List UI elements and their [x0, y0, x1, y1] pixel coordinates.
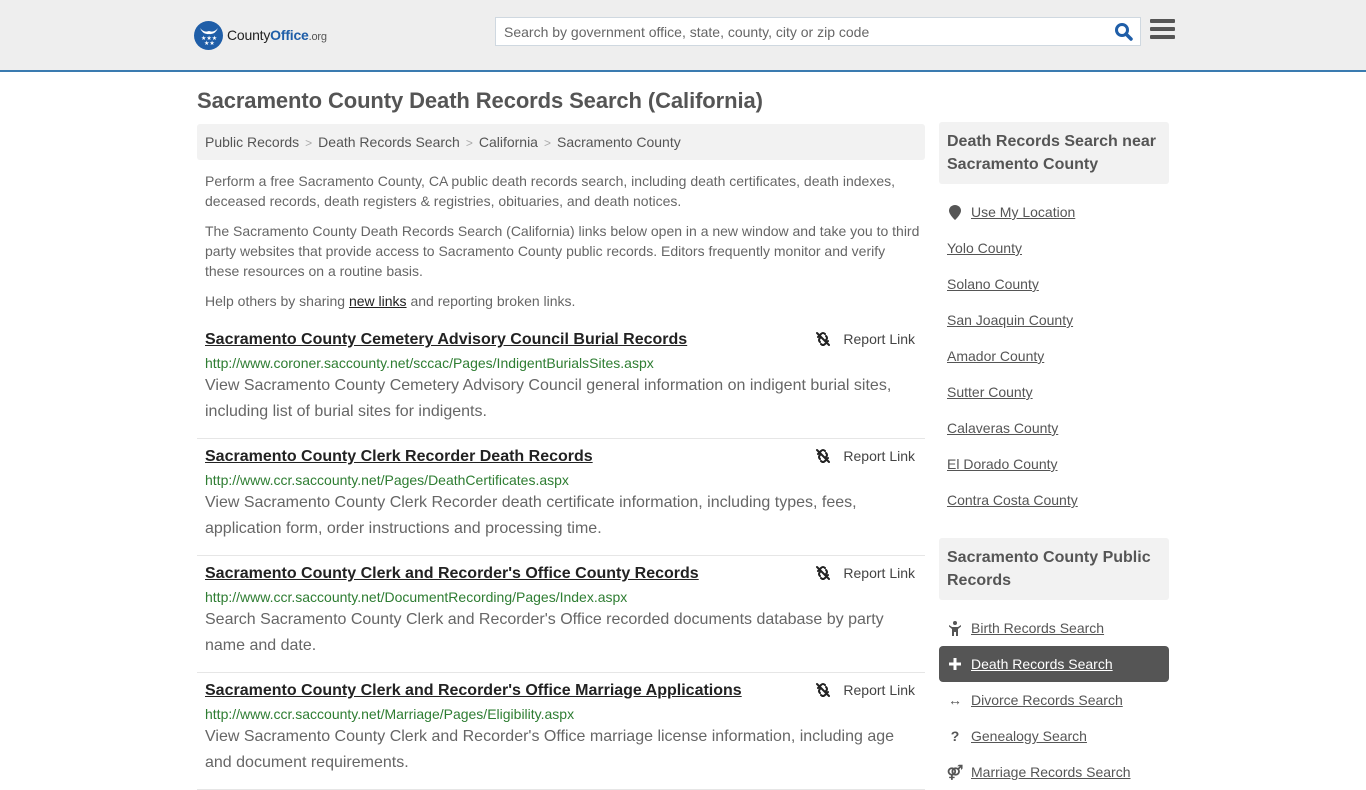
genealogy-link[interactable]: Genealogy Search — [971, 728, 1087, 744]
nearby-county-link[interactable]: Solano County — [947, 276, 1039, 292]
breadcrumb-public-records[interactable]: Public Records — [205, 134, 299, 150]
nearby-county-item: Yolo County — [939, 230, 1169, 266]
rings-icon: ⚤ — [946, 763, 964, 780]
results-list: Sacramento County Cemetery Advisory Coun… — [197, 322, 925, 790]
result-description: View Sacramento County Clerk and Recorde… — [205, 728, 895, 771]
result-url: http://www.ccr.saccounty.net/Pages/Death… — [205, 472, 569, 488]
nearby-county-link[interactable]: Sutter County — [947, 384, 1033, 400]
result-description: View Sacramento County Clerk Recorder de… — [205, 494, 857, 537]
sidebar-item-marriage-records[interactable]: ⚤ Marriage Records Search — [939, 754, 1169, 790]
use-my-location-link[interactable]: Use My Location — [971, 204, 1075, 220]
result-description: View Sacramento County Cemetery Advisory… — [205, 377, 892, 420]
site-logo[interactable]: ★★★ ★★ CountyOffice.org — [194, 20, 327, 50]
report-link-button[interactable]: Report Link — [815, 682, 915, 698]
result-description: Search Sacramento County Clerk and Recor… — [205, 611, 884, 654]
nearby-county-link[interactable]: Calaveras County — [947, 420, 1058, 436]
sidebar-item-birth-records[interactable]: Birth Records Search — [939, 610, 1169, 646]
breadcrumb-current: Sacramento County — [556, 134, 681, 150]
intro-text: Perform a free Sacramento County, CA pub… — [205, 171, 920, 321]
result-item: Sacramento County Cemetery Advisory Coun… — [197, 322, 925, 439]
broken-link-icon — [816, 683, 831, 697]
sidebar: Death Records Search near Sacramento Cou… — [939, 122, 1169, 790]
result-title-link[interactable]: Sacramento County Clerk and Recorder's O… — [205, 564, 699, 584]
nearby-county-link[interactable]: San Joaquin County — [947, 312, 1073, 328]
breadcrumb-california[interactable]: California — [479, 134, 538, 150]
arrows-horizontal-icon: ↔ — [948, 692, 962, 708]
nearby-county-item: Contra Costa County — [939, 482, 1169, 518]
nearby-county-item: Calaveras County — [939, 410, 1169, 446]
result-item: Sacramento County Clerk and Recorder's O… — [197, 673, 925, 790]
search-icon[interactable] — [1114, 22, 1134, 42]
breadcrumb-separator: > — [543, 136, 551, 150]
nearby-county-link[interactable]: Yolo County — [947, 240, 1022, 256]
public-records-heading: Sacramento County Public Records — [939, 538, 1169, 600]
logo-wordmark: CountyOffice.org — [227, 27, 327, 43]
result-title-link[interactable]: Sacramento County Clerk and Recorder's O… — [205, 681, 742, 701]
nearby-county-link[interactable]: Contra Costa County — [947, 492, 1078, 508]
question-icon: ? — [950, 728, 960, 744]
map-marker-icon — [947, 204, 963, 220]
plus-icon — [947, 658, 963, 670]
intro-paragraph: Perform a free Sacramento County, CA pub… — [205, 173, 895, 209]
nearby-county-link[interactable]: El Dorado County — [947, 456, 1058, 472]
result-item: Sacramento County Clerk Recorder Death R… — [197, 439, 925, 556]
nearby-county-item: Amador County — [939, 338, 1169, 374]
sidebar-item-genealogy[interactable]: ? Genealogy Search — [939, 718, 1169, 754]
marriage-records-link[interactable]: Marriage Records Search — [971, 764, 1131, 780]
breadcrumb-separator: > — [465, 136, 473, 150]
sidebar-item-death-records[interactable]: Death Records Search — [939, 646, 1169, 682]
nearby-heading: Death Records Search near Sacramento Cou… — [939, 122, 1169, 184]
nearby-county-item: Sutter County — [939, 374, 1169, 410]
nearby-county-item: San Joaquin County — [939, 302, 1169, 338]
eagle-logo-icon: ★★★ ★★ — [194, 20, 223, 50]
report-link-button[interactable]: Report Link — [815, 565, 915, 581]
breadcrumb: Public Records > Death Records Search > Cali… — [197, 124, 925, 160]
search-input[interactable] — [496, 18, 1096, 45]
report-link-button[interactable]: Report Link — [815, 331, 915, 347]
sidebar-item-divorce-records[interactable]: ↔ Divorce Records Search — [939, 682, 1169, 718]
broken-link-icon — [816, 449, 831, 463]
result-title-link[interactable]: Sacramento County Cemetery Advisory Coun… — [205, 330, 687, 350]
death-records-link[interactable]: Death Records Search — [971, 656, 1113, 672]
site-header: ★★★ ★★ CountyOffice.org — [0, 0, 1366, 72]
breadcrumb-separator: > — [305, 136, 313, 150]
broken-link-icon — [816, 566, 831, 580]
nearby-county-link[interactable]: Amador County — [947, 348, 1044, 364]
result-url: http://www.coroner.saccounty.net/sccac/P… — [205, 355, 654, 371]
result-url: http://www.ccr.saccounty.net/DocumentRec… — [205, 589, 628, 605]
child-icon — [947, 620, 963, 636]
result-item: Sacramento County Clerk and Recorder's O… — [197, 556, 925, 673]
svg-text:★★: ★★ — [204, 40, 215, 45]
nearby-list: Use My Location Yolo County Solano Count… — [939, 194, 1169, 518]
breadcrumb-death-records-search[interactable]: Death Records Search — [318, 134, 460, 150]
birth-records-link[interactable]: Birth Records Search — [971, 620, 1104, 636]
public-records-list: Birth Records Search Death Records Searc… — [939, 610, 1169, 790]
new-links-link[interactable]: new links — [349, 293, 407, 309]
result-title-link[interactable]: Sacramento County Clerk Recorder Death R… — [205, 447, 593, 467]
intro-paragraph: The Sacramento County Death Records Sear… — [205, 223, 920, 279]
use-my-location-item: Use My Location — [939, 194, 1169, 230]
page-title: Sacramento County Death Records Search (… — [197, 88, 763, 113]
nearby-county-item: Solano County — [939, 266, 1169, 302]
broken-link-icon — [816, 332, 831, 346]
report-link-button[interactable]: Report Link — [815, 448, 915, 464]
hamburger-menu-icon[interactable] — [1150, 19, 1175, 41]
divorce-records-link[interactable]: Divorce Records Search — [971, 692, 1123, 708]
nearby-county-item: El Dorado County — [939, 446, 1169, 482]
share-links-note: Help others by sharing new links and rep… — [205, 293, 576, 309]
site-search — [495, 17, 1141, 46]
result-url: http://www.ccr.saccounty.net/Marriage/Pa… — [205, 706, 575, 722]
